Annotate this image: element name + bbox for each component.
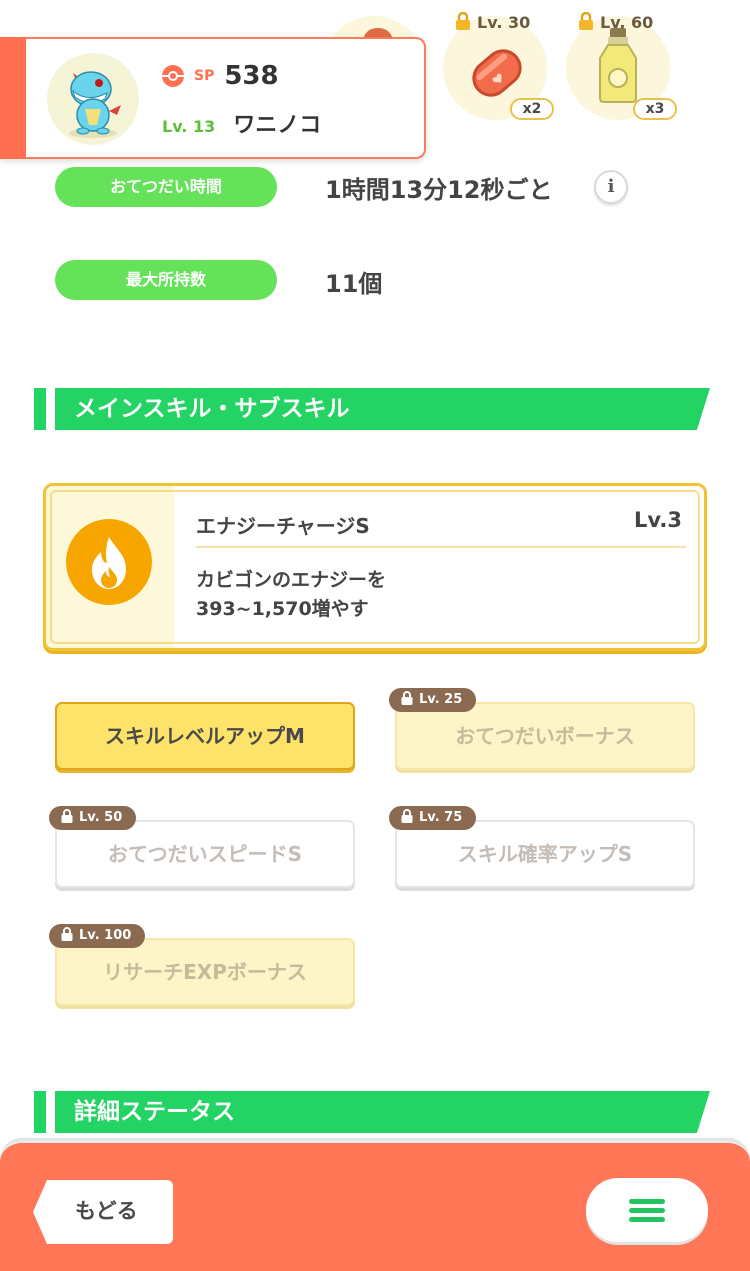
lock-icon (456, 12, 470, 30)
max-carry-value: 11個 (325, 270, 383, 298)
main-skill-card[interactable]: エナジーチャージS Lv.3 カビゴンのエナジーを 393~1,570増やす (43, 483, 707, 651)
max-carry-label: 最大所持数 (55, 260, 277, 300)
lock-icon (61, 927, 73, 941)
pokeball-icon (162, 65, 184, 87)
lock-icon (401, 691, 413, 705)
section-header-skills: メインスキル・サブスキル (34, 388, 710, 430)
sub-skill-button-3[interactable]: おてつだいスピードS (55, 820, 355, 888)
sub-skill-button-1[interactable]: スキルレベルアップM (55, 702, 355, 770)
sp-value: 538 (224, 61, 279, 91)
section-header-details: 詳細ステータス (34, 1091, 710, 1133)
sp-label: SP (194, 68, 215, 84)
sub-skill-button-2[interactable]: おてつだいボーナス (395, 702, 695, 770)
sub-skill-button-5[interactable]: リサーチEXPボーナス (55, 938, 355, 1006)
ingredient-lock-label: Lv. 30 (455, 12, 530, 32)
info-icon[interactable]: i (594, 170, 628, 204)
lock-icon (61, 809, 73, 823)
pokemon-name: ワニノコ (233, 113, 322, 138)
sp-row: SP 538 (160, 61, 279, 91)
sub-skill-lock-badge: Lv. 25 (389, 688, 477, 712)
main-skill-description: カビゴンのエナジーを 393~1,570増やす (196, 569, 387, 620)
sausage-icon (472, 49, 522, 97)
section-title: メインスキル・サブスキル (74, 396, 350, 422)
help-time-label: おてつだい時間 (55, 167, 277, 207)
card-accent-stripe (0, 37, 26, 159)
main-skill-name: エナジーチャージS (196, 514, 370, 538)
menu-button[interactable] (586, 1178, 708, 1242)
lock-icon (401, 809, 413, 823)
sub-skill-lock-badge: Lv. 75 (389, 806, 477, 830)
sub-skill-lock-badge: Lv. 50 (49, 806, 137, 830)
ingredient-count: x2 (510, 98, 554, 120)
section-title: 詳細ステータス (74, 1099, 235, 1125)
pokemon-level: Lv. 13 (162, 117, 216, 136)
sub-skill-button-4[interactable]: スキル確率アップS (395, 820, 695, 888)
hamburger-menu-icon (629, 1199, 665, 1222)
main-skill-level: Lv.3 (634, 508, 682, 532)
pokemon-header-card: SP 538 Lv. 13 ワニノコ (0, 37, 426, 159)
section-marker (34, 1091, 46, 1133)
help-time-value: 1時間13分12秒ごと (325, 176, 553, 204)
name-row: Lv. 13 ワニノコ (162, 107, 321, 139)
oil-bottle-icon (599, 28, 637, 103)
back-button[interactable]: もどる (33, 1180, 173, 1244)
divider (196, 546, 686, 548)
sub-skill-lock-badge: Lv. 100 (49, 924, 146, 948)
back-button-label: もどる (75, 1199, 138, 1223)
section-marker (34, 388, 46, 430)
totodile-icon (69, 71, 121, 138)
ingredient-count: x3 (633, 98, 677, 120)
pokemon-avatar (47, 53, 139, 145)
